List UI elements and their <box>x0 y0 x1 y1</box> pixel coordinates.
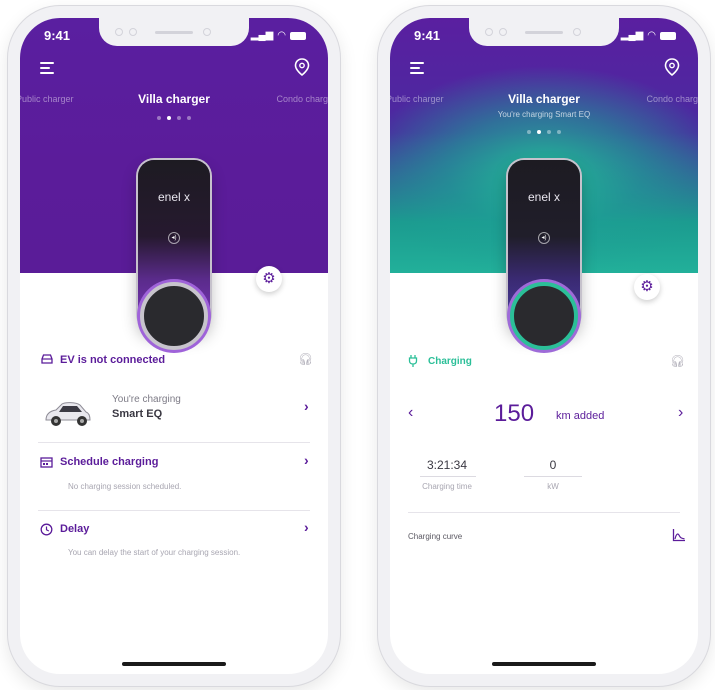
divider <box>524 476 582 477</box>
phone-left: 9:41 ▂▄▆ ◠ Public charger Villa charger … <box>8 6 340 686</box>
calendar-icon <box>40 457 53 468</box>
wifi-icon: ◠ <box>277 30 286 41</box>
home-indicator <box>122 662 226 666</box>
battery-icon <box>660 31 676 40</box>
vehicle-name: Smart EQ <box>112 408 163 420</box>
tab-public-charger[interactable]: Public charger <box>20 94 74 104</box>
divider <box>420 476 476 477</box>
plug-icon <box>408 355 418 367</box>
charger-ring <box>140 282 208 350</box>
charger-ring <box>510 282 578 350</box>
notch <box>99 18 249 46</box>
sound-icon: ◂) <box>538 232 550 244</box>
car-image <box>45 402 91 426</box>
delay-title[interactable]: Delay <box>60 523 89 535</box>
next-arrow-icon[interactable]: › <box>678 404 683 422</box>
charging-status: Charging <box>428 356 472 367</box>
camera-icon <box>203 28 211 36</box>
delay-chevron-icon[interactable]: › <box>304 519 309 535</box>
charging-time-label: Charging time <box>422 482 472 491</box>
status-time: 9:41 <box>414 28 441 43</box>
delay-description: You can delay the start of your charging… <box>68 548 241 557</box>
battery-icon <box>290 31 306 40</box>
charger-tabs: Public charger Villa charger Condo charg… <box>20 92 328 108</box>
camera-icon <box>573 28 581 36</box>
tab-condo-charger[interactable]: Condo charger <box>276 94 328 104</box>
speaker-icon <box>525 31 563 34</box>
vehicle-caption: You're charging <box>112 394 181 405</box>
screen-right: 9:41 ▂▄▆ ◠ Public charger Villa charger … <box>390 18 698 674</box>
signal-icon: ▂▄▆ <box>620 30 644 41</box>
km-added-label: km added <box>556 410 605 422</box>
charging-time-value: 3:21:34 <box>426 458 468 472</box>
charger-tabs: Public charger Villa charger Condo charg… <box>390 92 698 108</box>
clock-icon <box>40 523 53 536</box>
divider <box>408 512 680 513</box>
sensor-icon <box>499 28 507 36</box>
car-outline-icon <box>41 354 53 364</box>
power-value: 0 <box>549 458 557 472</box>
charger-image: enel x ◂) <box>138 160 210 350</box>
settings-gear-icon[interactable]: ⚙ <box>634 274 660 300</box>
divider <box>38 510 310 511</box>
page-indicator <box>157 116 191 120</box>
tab-public-charger[interactable]: Public charger <box>390 94 444 104</box>
schedule-description: No charging session scheduled. <box>68 482 182 491</box>
power-unit-label: kW <box>547 482 559 491</box>
status-time: 9:41 <box>44 28 71 43</box>
signal-icon: ▂▄▆ <box>250 30 274 41</box>
previous-arrow-icon[interactable]: ‹ <box>408 404 413 422</box>
camera-icon <box>115 28 123 36</box>
headset-support-icon[interactable]: 🎧︎ <box>670 354 685 368</box>
menu-icon[interactable] <box>410 62 426 74</box>
camera-icon <box>485 28 493 36</box>
phone-right: 9:41 ▂▄▆ ◠ Public charger Villa charger … <box>378 6 710 686</box>
menu-icon[interactable] <box>40 62 56 74</box>
location-pin-icon[interactable] <box>294 58 310 76</box>
speaker-icon <box>155 31 193 34</box>
location-pin-icon[interactable] <box>664 58 680 76</box>
km-added-value: 150 <box>494 400 535 427</box>
divider <box>38 442 310 443</box>
tab-villa-charger[interactable]: Villa charger <box>508 92 580 106</box>
screen-left: 9:41 ▂▄▆ ◠ Public charger Villa charger … <box>20 18 328 674</box>
settings-gear-icon[interactable]: ⚙ <box>256 266 282 292</box>
page-indicator <box>527 130 561 134</box>
vehicle-chevron-icon[interactable]: › <box>304 398 309 414</box>
status-icons: ▂▄▆ ◠ <box>251 30 306 41</box>
home-indicator <box>492 662 596 666</box>
sound-icon: ◂) <box>168 232 180 244</box>
charger-logo: enel x <box>157 190 191 204</box>
headset-support-icon[interactable]: 🎧︎ <box>298 352 313 366</box>
notch <box>469 18 619 46</box>
status-icons: ▂▄▆ ◠ <box>621 30 676 41</box>
tab-condo-charger[interactable]: Condo charger <box>646 94 698 104</box>
connection-status: EV is not connected <box>60 354 166 366</box>
schedule-chevron-icon[interactable]: › <box>304 452 309 468</box>
tab-villa-charger[interactable]: Villa charger <box>138 92 210 106</box>
chart-icon[interactable] <box>672 528 686 542</box>
schedule-charging-title[interactable]: Schedule charging <box>60 456 158 468</box>
charger-image: enel x ◂) <box>508 160 580 350</box>
charging-curve-label: Charging curve <box>408 532 463 541</box>
charging-subtitle: You're charging Smart EQ <box>497 110 591 119</box>
sensor-icon <box>129 28 137 36</box>
wifi-icon: ◠ <box>647 30 656 41</box>
charger-logo: enel x <box>527 190 561 204</box>
